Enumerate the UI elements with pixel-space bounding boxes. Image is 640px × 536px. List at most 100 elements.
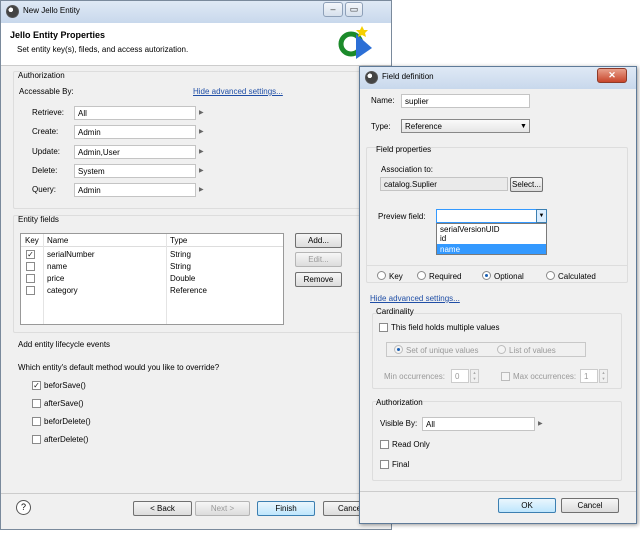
update-field[interactable]: Admin,User	[74, 145, 196, 159]
retrieve-arrow-icon[interactable]: ▶	[199, 109, 204, 116]
field-name: category	[47, 286, 78, 295]
final-label: Final	[392, 460, 410, 469]
final-checkbox[interactable]	[380, 460, 389, 469]
name-label: Name:	[371, 96, 395, 105]
max-occurrences-label: Max occurrences:	[513, 372, 577, 381]
preview-option[interactable]: serialVersionUID	[440, 225, 500, 234]
table-row[interactable]: price Double	[21, 272, 283, 284]
event-checkbox[interactable]	[32, 435, 41, 444]
multiple-values-checkbox[interactable]	[379, 323, 388, 332]
edit-field-button[interactable]: Edit...	[295, 252, 342, 267]
update-label: Update:	[32, 147, 61, 156]
preview-dropdown-list[interactable]: serialVersionUID id name	[436, 223, 547, 255]
field-type: String	[170, 250, 191, 259]
back-button[interactable]: < Back	[133, 501, 192, 516]
eclipse-app-icon	[6, 5, 19, 18]
authorization-heading: Authorization	[18, 71, 65, 80]
table-row[interactable]: ✓ serialNumber String	[21, 248, 283, 260]
field-name: name	[47, 262, 68, 271]
table-row[interactable]: category Reference	[21, 284, 283, 296]
type-label: Type:	[371, 122, 391, 131]
finish-button[interactable]: Finish	[257, 501, 315, 516]
type-value: Reference	[405, 122, 442, 131]
key-checkbox[interactable]	[26, 262, 35, 271]
fields-table[interactable]: Key Name Type ✓ serialNumber String name…	[20, 233, 284, 325]
dialog-cancel-button[interactable]: Cancel	[561, 498, 619, 513]
event-label: afterSave()	[44, 399, 84, 408]
key-checkbox[interactable]	[26, 274, 35, 283]
close-icon[interactable]: ✕	[597, 68, 627, 83]
query-arrow-icon[interactable]: ▶	[199, 186, 204, 193]
optional-radio[interactable]	[482, 271, 491, 280]
col-key[interactable]: Key	[25, 236, 39, 245]
association-label: Association to:	[381, 165, 434, 174]
help-icon[interactable]: ?	[16, 500, 31, 515]
retrieve-field[interactable]: All	[74, 106, 196, 120]
key-checkbox[interactable]	[26, 286, 35, 295]
visible-by-arrow-icon[interactable]: ▶	[538, 420, 543, 427]
add-field-button[interactable]: Add...	[295, 233, 342, 248]
accessable-by-label: Accessable By:	[19, 87, 74, 96]
multiple-values-label: This field holds multiple values	[391, 323, 500, 332]
minimize-button[interactable]: –	[323, 2, 343, 17]
set-unique-radio[interactable]	[394, 345, 403, 354]
field-name: serialNumber	[47, 250, 95, 259]
preview-field-input[interactable]	[436, 209, 540, 223]
read-only-checkbox[interactable]	[380, 440, 389, 449]
preview-option-selected[interactable]: name	[437, 244, 546, 254]
table-header-row: Key Name Type	[21, 234, 283, 247]
delete-label: Delete:	[32, 166, 58, 175]
query-field[interactable]: Admin	[74, 183, 196, 197]
event-checkbox[interactable]	[32, 399, 41, 408]
min-occurrences-input[interactable]: 0	[451, 369, 469, 383]
select-button[interactable]: Select...	[510, 177, 543, 192]
create-arrow-icon[interactable]: ▶	[199, 128, 204, 135]
remove-field-button[interactable]: Remove	[295, 272, 342, 287]
dialog-title: Field definition	[382, 72, 434, 81]
key-checkbox[interactable]: ✓	[26, 250, 35, 259]
create-field[interactable]: Admin	[74, 125, 196, 139]
name-input[interactable]: suplier	[401, 94, 530, 108]
delete-field[interactable]: System	[74, 164, 196, 178]
min-stepper[interactable]: ▲ ▼	[470, 369, 479, 383]
cardinality-heading: Cardinality	[376, 307, 414, 316]
field-type: Reference	[170, 286, 207, 295]
delete-arrow-icon[interactable]: ▶	[199, 167, 204, 174]
maximize-button[interactable]: ▭	[345, 2, 363, 17]
hide-advanced-link[interactable]: Hide advanced settings...	[193, 87, 283, 96]
entity-fields-heading: Entity fields	[18, 215, 59, 224]
col-type[interactable]: Type	[170, 236, 187, 245]
max-stepper[interactable]: ▲ ▼	[599, 369, 608, 383]
wizard-title: Jello Entity Properties	[10, 30, 106, 40]
visible-by-field[interactable]: All	[422, 417, 535, 431]
required-radio[interactable]	[417, 271, 426, 280]
association-field[interactable]: catalog.Suplier	[380, 177, 508, 191]
update-arrow-icon[interactable]: ▶	[199, 148, 204, 155]
lifecycle-heading: Add entity lifecycle events	[18, 340, 111, 349]
max-occurrences-checkbox[interactable]	[501, 372, 510, 381]
event-checkbox[interactable]	[32, 417, 41, 426]
table-row[interactable]: name String	[21, 260, 283, 272]
max-occurrences-input[interactable]: 1	[580, 369, 598, 383]
ok-button[interactable]: OK	[498, 498, 556, 513]
event-label: beforSave()	[44, 381, 86, 390]
main-titlebar[interactable]: New Jello Entity – ▭	[1, 1, 391, 23]
event-label: beforDelete()	[44, 417, 91, 426]
key-radio-label: Key	[389, 272, 403, 281]
list-values-radio[interactable]	[497, 345, 506, 354]
key-radio[interactable]	[377, 271, 386, 280]
type-select[interactable]: Reference	[401, 119, 530, 133]
preview-dropdown-button[interactable]: ▼	[536, 209, 547, 223]
field-name: price	[47, 274, 65, 283]
calculated-radio[interactable]	[546, 271, 555, 280]
next-button[interactable]: Next >	[195, 501, 250, 516]
retrieve-label: Retrieve:	[32, 108, 65, 117]
jello-logo-icon	[338, 26, 372, 59]
chevron-down-icon[interactable]: ▼	[520, 123, 527, 130]
preview-option[interactable]: id	[440, 234, 446, 243]
event-label: afterDelete()	[44, 435, 89, 444]
event-checkbox[interactable]: ✓	[32, 381, 41, 390]
hide-advanced-link[interactable]: Hide advanced settings...	[370, 294, 460, 303]
dialog-titlebar[interactable]: Field definition ✕	[360, 67, 636, 89]
col-name[interactable]: Name	[47, 236, 68, 245]
